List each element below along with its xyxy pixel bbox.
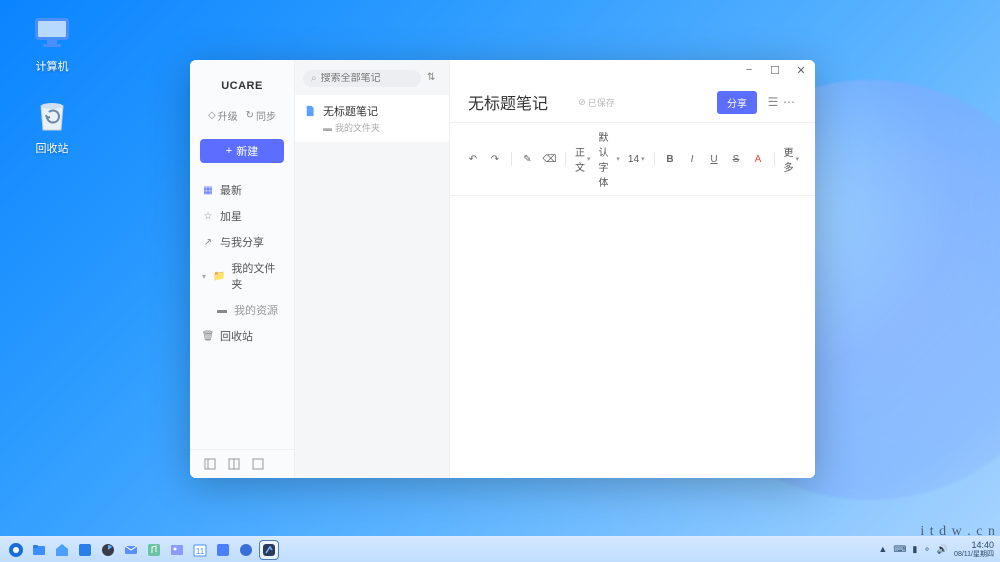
- folder-icon: 📁: [213, 270, 225, 282]
- star-icon: ☆: [202, 210, 214, 222]
- strikethrough-button[interactable]: S: [727, 150, 745, 168]
- sync-icon: ↻: [246, 110, 254, 121]
- italic-button[interactable]: I: [683, 150, 701, 168]
- recycle-icon: [31, 94, 73, 136]
- outline-button[interactable]: ☰: [765, 95, 781, 109]
- close-button[interactable]: ✕: [795, 64, 807, 76]
- app-window: − ☐ ✕ UCARE ◇升级 ↻同步 + 新建 ▦最新 ☆加星 ↗与我分享 ▾…: [190, 60, 815, 478]
- document-title[interactable]: 无标题笔记: [468, 90, 570, 114]
- tray-volume-icon[interactable]: 🔊: [937, 544, 948, 555]
- search-icon: ⌕: [311, 73, 317, 84]
- redo-button[interactable]: ↷: [486, 150, 504, 168]
- tray-network-icon[interactable]: ⚬: [923, 544, 931, 555]
- folder-icon: ▬: [216, 304, 228, 316]
- taskbar-app3[interactable]: [236, 540, 256, 560]
- sync-link[interactable]: ↻同步: [246, 108, 276, 123]
- minimize-button[interactable]: −: [743, 64, 755, 76]
- desktop-icon-computer[interactable]: 计算机: [22, 12, 82, 74]
- saved-indicator: ⊘已保存: [578, 96, 615, 109]
- clear-format-button[interactable]: ⌫: [540, 150, 558, 168]
- nav-myfolders[interactable]: ▾📁我的文件夹: [194, 255, 290, 297]
- taskbar-music[interactable]: [144, 540, 164, 560]
- taskbar-mail[interactable]: [121, 540, 141, 560]
- sidebar-footer: [190, 449, 294, 478]
- taskbar-home[interactable]: [52, 540, 72, 560]
- taskbar-notes-app[interactable]: [259, 540, 279, 560]
- grid-icon: ▦: [202, 184, 214, 196]
- nav-starred[interactable]: ☆加星: [194, 203, 290, 229]
- font-family-select[interactable]: 默认字体▾: [596, 129, 621, 189]
- search-row: ⌕ ⇅: [295, 60, 449, 95]
- nav-myresources[interactable]: ▬我的资源: [194, 297, 290, 323]
- sort-button[interactable]: ⇅: [427, 72, 441, 86]
- taskbar-files[interactable]: [29, 540, 49, 560]
- computer-icon: [31, 12, 73, 54]
- plus-icon: +: [226, 145, 232, 157]
- desktop-icon-label: 计算机: [22, 58, 82, 74]
- share-button[interactable]: 分享: [717, 91, 757, 114]
- search-box[interactable]: ⌕: [303, 70, 421, 87]
- taskbar-app1[interactable]: [75, 540, 95, 560]
- taskbar-app2[interactable]: [213, 540, 233, 560]
- desktop-icon-recycle[interactable]: 回收站: [22, 94, 82, 156]
- note-list-panel: ⌕ ⇅ 无标题笔记 ▬我的文件夹: [295, 60, 450, 478]
- more-format-button[interactable]: 更多▾: [781, 144, 801, 174]
- tray-battery-icon[interactable]: ▮: [912, 544, 917, 555]
- paragraph-style-select[interactable]: 正文▾: [573, 144, 593, 174]
- layout-icon-3[interactable]: [252, 458, 264, 470]
- upgrade-link[interactable]: ◇升级: [208, 108, 238, 123]
- document-icon: [305, 105, 317, 117]
- taskbar-gallery[interactable]: [167, 540, 187, 560]
- bold-button[interactable]: B: [661, 150, 679, 168]
- taskbar: 11 ▲ ⌨ ▮ ⚬ 🔊 14:40 08/11/星期四: [0, 536, 1000, 562]
- taskbar-clock[interactable]: 14:40 08/11/星期四: [954, 541, 994, 559]
- desktop-icon-label: 回收站: [22, 140, 82, 156]
- format-toolbar: ↶ ↷ ✎ ⌫ 正文▾ 默认字体▾ 14▾ B I U S A 更多▾: [450, 122, 815, 196]
- maximize-button[interactable]: ☐: [769, 64, 781, 76]
- nav-list: ▦最新 ☆加星 ↗与我分享 ▾📁我的文件夹 ▬我的资源 🗑回收站: [190, 177, 294, 449]
- system-tray: ▲ ⌨ ▮ ⚬ 🔊 14:40 08/11/星期四: [878, 541, 994, 559]
- upgrade-row: ◇升级 ↻同步: [190, 104, 294, 133]
- nav-trash[interactable]: 🗑回收站: [194, 323, 290, 349]
- new-button[interactable]: + 新建: [200, 139, 284, 163]
- folder-small-icon: ▬: [323, 123, 332, 133]
- font-color-button[interactable]: A: [749, 150, 767, 168]
- layout-icon-2[interactable]: [228, 458, 240, 470]
- note-title: 无标题笔记: [323, 103, 378, 119]
- note-meta: ▬我的文件夹: [323, 121, 439, 134]
- app-logo: UCARE: [190, 60, 294, 104]
- editor-panel: 无标题笔记 ⊘已保存 分享 ☰ ⋯ ↶ ↷ ✎ ⌫ 正文▾ 默认字体▾ 14▾ …: [450, 60, 815, 478]
- nav-shared[interactable]: ↗与我分享: [194, 229, 290, 255]
- underline-button[interactable]: U: [705, 150, 723, 168]
- start-button[interactable]: [6, 540, 26, 560]
- more-button[interactable]: ⋯: [781, 95, 797, 109]
- format-paint-button[interactable]: ✎: [518, 150, 536, 168]
- sidebar: UCARE ◇升级 ↻同步 + 新建 ▦最新 ☆加星 ↗与我分享 ▾📁我的文件夹…: [190, 60, 295, 478]
- svg-text:11: 11: [196, 547, 205, 556]
- check-icon: ⊘: [578, 97, 586, 108]
- font-size-select[interactable]: 14▾: [626, 154, 647, 165]
- nav-recent[interactable]: ▦最新: [194, 177, 290, 203]
- chevron-down-icon: ▾: [202, 272, 209, 281]
- taskbar-calendar[interactable]: 11: [190, 540, 210, 560]
- editor-canvas[interactable]: [450, 196, 815, 478]
- window-controls: − ☐ ✕: [743, 64, 807, 76]
- undo-button[interactable]: ↶: [464, 150, 482, 168]
- share-icon: ↗: [202, 236, 214, 248]
- diamond-icon: ◇: [208, 110, 216, 121]
- trash-icon: 🗑: [202, 330, 214, 342]
- tray-up-icon[interactable]: ▲: [878, 544, 887, 554]
- taskbar-browser[interactable]: [98, 540, 118, 560]
- search-input[interactable]: [321, 73, 413, 84]
- layout-icon-1[interactable]: [204, 458, 216, 470]
- tray-keyboard-icon[interactable]: ⌨: [893, 544, 906, 555]
- note-list-item[interactable]: 无标题笔记 ▬我的文件夹: [295, 95, 449, 142]
